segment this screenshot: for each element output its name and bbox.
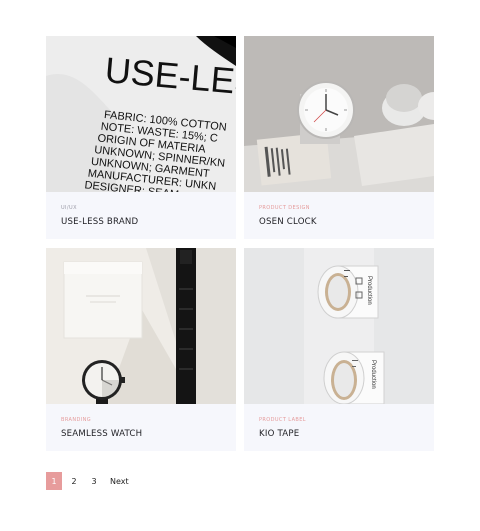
card-title[interactable]: USE-LESS BRAND — [61, 217, 221, 227]
tape-label-top: Production — [366, 276, 372, 305]
card-title[interactable]: SEAMLESS WATCH — [61, 429, 221, 439]
card-category[interactable]: PRODUCT DESIGN — [259, 205, 419, 212]
page-3-button[interactable]: 3 — [86, 472, 102, 490]
portfolio-card-use-less-brand[interactable]: USE-LES FABRIC: 100% COTTON NOTE: WASTE:… — [46, 36, 236, 239]
osen-clock-image[interactable] — [244, 36, 434, 192]
card-meta: PRODUCT LABEL KIO TAPE — [244, 404, 434, 451]
card-category[interactable]: BRANDING — [61, 417, 221, 424]
portfolio-card-seamless-watch[interactable]: BRANDING SEAMLESS WATCH — [46, 248, 236, 451]
seamless-watch-image[interactable] — [46, 248, 236, 404]
portfolio-card-osen-clock[interactable]: PRODUCT DESIGN OSEN CLOCK — [244, 36, 434, 239]
next-page-link[interactable]: Next — [110, 477, 129, 486]
pagination: 1 2 3 Next — [46, 472, 129, 490]
card-title[interactable]: OSEN CLOCK — [259, 217, 419, 227]
card-meta: PRODUCT DESIGN OSEN CLOCK — [244, 192, 434, 239]
portfolio-grid: USE-LES FABRIC: 100% COTTON NOTE: WASTE:… — [46, 36, 434, 452]
portfolio-card-kio-tape[interactable]: Production Production PRODUCT LABEL KIO … — [244, 248, 434, 451]
card-meta: UI/UX USE-LESS BRAND — [46, 192, 236, 239]
card-meta: BRANDING SEAMLESS WATCH — [46, 404, 236, 451]
card-category[interactable]: PRODUCT LABEL — [259, 417, 419, 424]
page-1-button[interactable]: 1 — [46, 472, 62, 490]
tape-label-bottom: Production — [370, 360, 376, 389]
use-less-brand-image[interactable]: USE-LES FABRIC: 100% COTTON NOTE: WASTE:… — [46, 36, 236, 192]
kio-tape-image[interactable]: Production Production — [244, 248, 434, 404]
card-category[interactable]: UI/UX — [61, 205, 221, 212]
page-2-button[interactable]: 2 — [66, 472, 82, 490]
card-title[interactable]: KIO TAPE — [259, 429, 419, 439]
